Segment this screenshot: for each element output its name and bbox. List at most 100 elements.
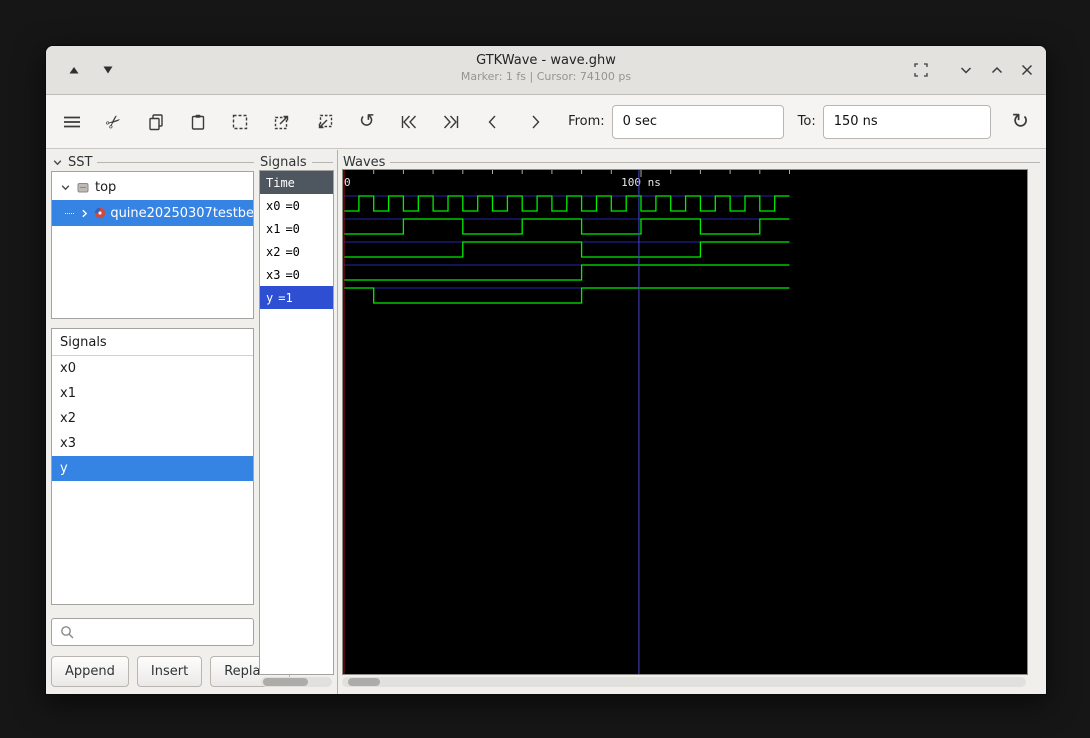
pane-splitter[interactable] xyxy=(335,150,340,694)
reload-icon: ↻ xyxy=(1011,110,1030,133)
copy-icon xyxy=(149,113,163,130)
signal-value: =1 xyxy=(278,290,293,305)
sst-signal-x3[interactable]: x3 xyxy=(52,431,253,456)
signal-row-x0[interactable]: x0 =0 xyxy=(260,194,333,217)
signal-search-input[interactable] xyxy=(81,618,253,646)
scroll-up-button[interactable] xyxy=(60,56,88,84)
go-to-end-icon xyxy=(444,115,459,128)
signal-name: y xyxy=(266,290,274,305)
chevron-down-icon xyxy=(53,159,62,165)
time-header-label: Time xyxy=(266,175,295,190)
sst-signal-x1[interactable]: x1 xyxy=(52,381,253,406)
signal-value: =0 xyxy=(285,267,300,282)
signal-name: x1 xyxy=(266,221,281,236)
insert-button[interactable]: Insert xyxy=(136,656,203,687)
sst-signal-y[interactable]: y xyxy=(52,456,253,481)
chevron-right-icon xyxy=(532,115,540,128)
to-label: To: xyxy=(797,114,816,129)
append-button[interactable]: Append xyxy=(51,656,129,687)
available-signals-header: Signals xyxy=(52,329,253,356)
signal-row-x3[interactable]: x3 =0 xyxy=(260,263,333,286)
displayed-signals-box: Time x0 =0 x1 =0 x2 =0 x3 =0 y =1 xyxy=(259,170,334,675)
sst-tree: top quine20250307testbench xyxy=(51,171,254,319)
available-signals-box: Signals x0 x1 x2 x3 y xyxy=(51,328,254,605)
signal-row-x1[interactable]: x1 =0 xyxy=(260,217,333,240)
expander-open-icon xyxy=(61,184,70,190)
go-to-end-button[interactable] xyxy=(438,108,465,136)
sst-signal-x0[interactable]: x0 xyxy=(52,356,253,381)
signal-name: x2 xyxy=(266,244,281,259)
svg-text:0: 0 xyxy=(344,176,351,189)
zoom-in-button[interactable] xyxy=(269,108,296,136)
signal-value: =0 xyxy=(285,221,300,236)
search-icon xyxy=(61,626,74,639)
expander-closed-icon xyxy=(82,209,88,217)
signal-name: x3 xyxy=(266,267,281,282)
to-input[interactable] xyxy=(822,104,991,139)
waves-hscrollbar[interactable] xyxy=(342,677,1026,687)
close-icon xyxy=(1021,64,1033,76)
signals-hscrollbar-thumb[interactable] xyxy=(263,678,308,686)
corner-brackets-icon xyxy=(914,63,928,77)
divider xyxy=(390,161,1040,163)
cut-icon: ✂ xyxy=(101,108,126,135)
go-to-start-icon xyxy=(401,115,416,128)
fullscreen-button[interactable] xyxy=(907,56,935,84)
toolbar: ✂ ↺ From: 0 sec To: 150 ns ↻ xyxy=(46,95,1046,149)
chevron-left-icon xyxy=(488,115,496,128)
sst-button-row: Append Insert Replace xyxy=(51,656,290,687)
zoom-fit-icon xyxy=(233,114,248,129)
sst-header-label: SST xyxy=(68,154,93,170)
waveform-canvas[interactable]: 0 100 ns xyxy=(343,170,1027,674)
menu-button[interactable] xyxy=(58,108,85,136)
waves-hscrollbar-thumb[interactable] xyxy=(348,678,380,686)
tree-item-top[interactable]: top xyxy=(52,174,253,200)
sst-signal-x2[interactable]: x2 xyxy=(52,406,253,431)
time-header-row: Time xyxy=(260,171,333,194)
title-block: GTKWave - wave.ghw Marker: 1 fs | Cursor… xyxy=(46,53,1046,83)
desktop-background: GTKWave - wave.ghw Marker: 1 fs | Cursor… xyxy=(0,0,1090,738)
signal-value: =0 xyxy=(285,244,300,259)
tree-guide-line xyxy=(65,212,74,214)
signal-row-x2[interactable]: x2 =0 xyxy=(260,240,333,263)
signal-value: =0 xyxy=(285,198,300,213)
signal-row-y[interactable]: y =1 xyxy=(260,286,333,309)
displayed-signals-list: x0 =0 x1 =0 x2 =0 x3 =0 y =1 xyxy=(260,194,333,309)
reload-button[interactable]: ↻ xyxy=(1007,108,1034,136)
cut-button[interactable]: ✂ xyxy=(100,108,127,136)
module-icon xyxy=(77,182,89,192)
signals-panel-header-label: Signals xyxy=(260,154,307,170)
zoom-fit-button[interactable] xyxy=(227,108,254,136)
from-label: From: xyxy=(568,114,605,129)
zoom-out-button[interactable] xyxy=(311,108,338,136)
tree-item-label: top xyxy=(95,179,117,195)
window-title: GTKWave - wave.ghw xyxy=(476,53,616,68)
go-to-start-button[interactable] xyxy=(395,108,422,136)
from-input[interactable] xyxy=(611,104,784,139)
waves-header-label: Waves xyxy=(343,154,386,170)
tree-item-testbench[interactable]: quine20250307testbench xyxy=(52,200,253,226)
copy-button[interactable] xyxy=(142,108,169,136)
undo-icon: ↺ xyxy=(358,111,375,132)
chevron-down-icon xyxy=(960,67,972,74)
gtkwave-window: GTKWave - wave.ghw Marker: 1 fs | Cursor… xyxy=(45,45,1047,695)
signals-hscrollbar[interactable] xyxy=(261,677,332,687)
step-back-button[interactable] xyxy=(480,108,507,136)
signals-panel-header: Signals xyxy=(260,154,333,170)
divider xyxy=(311,161,333,163)
titlebar: GTKWave - wave.ghw Marker: 1 fs | Cursor… xyxy=(46,46,1046,95)
minimize-button[interactable] xyxy=(952,56,980,84)
wave-area[interactable]: 0 100 ns xyxy=(342,169,1028,675)
close-button[interactable] xyxy=(1013,56,1041,84)
chevron-up-icon xyxy=(991,66,1003,74)
paste-icon xyxy=(191,114,205,130)
triangle-down-icon xyxy=(103,66,113,74)
triangle-up-icon xyxy=(69,67,79,74)
maximize-button[interactable] xyxy=(983,56,1011,84)
undo-button[interactable]: ↺ xyxy=(353,108,380,136)
step-forward-button[interactable] xyxy=(522,108,549,136)
paste-button[interactable] xyxy=(185,108,212,136)
zoom-in-icon xyxy=(275,115,289,129)
available-signals-list: x0 x1 x2 x3 y xyxy=(52,356,253,481)
scroll-down-button[interactable] xyxy=(94,56,122,84)
